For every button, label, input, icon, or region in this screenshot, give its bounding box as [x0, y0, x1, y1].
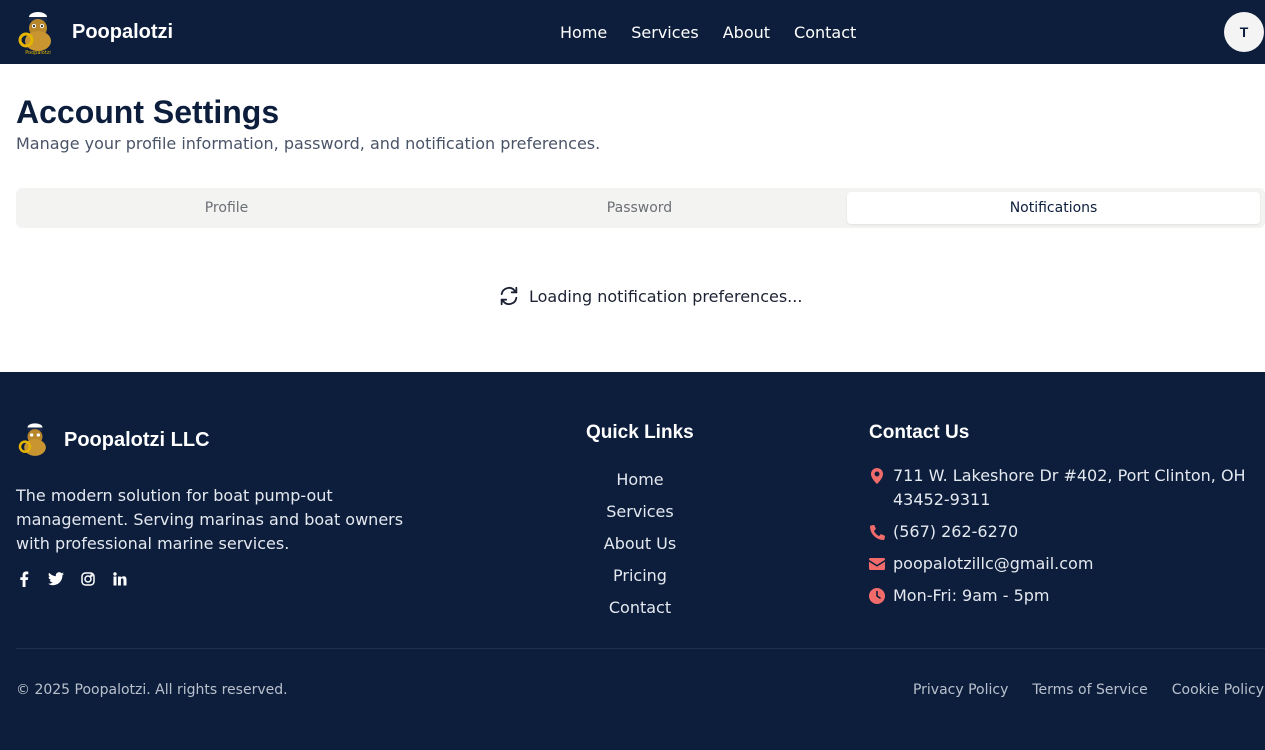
terms-of-service-link[interactable]: Terms of Service [1032, 682, 1147, 698]
user-avatar-button[interactable]: T [1224, 12, 1264, 52]
footer-brand: Poopalotzi LLC [18, 420, 210, 460]
footer-brand-name: Poopalotzi LLC [64, 428, 210, 451]
contact-us-title: Contact Us [869, 422, 970, 443]
cookie-policy-link[interactable]: Cookie Policy [1172, 682, 1264, 698]
tab-password[interactable]: Password [433, 192, 846, 224]
linkedin-icon[interactable] [112, 571, 128, 587]
brand-name: Poopalotzi [72, 20, 174, 43]
legal-links: Privacy Policy Terms of Service Cookie P… [889, 682, 1264, 698]
svg-text:Poopalotzi: Poopalotzi [25, 50, 51, 56]
quick-links-list: Home Services About Us Pricing Contact [560, 464, 720, 624]
footer-divider [16, 648, 1265, 649]
contact-hours-text: Mon-Fri: 9am - 5pm [893, 586, 1050, 605]
loading-indicator: Loading notification preferences... [498, 284, 802, 308]
envelope-icon [869, 552, 885, 576]
footer-link-services[interactable]: Services [560, 496, 720, 528]
footer-link-pricing[interactable]: Pricing [560, 560, 720, 592]
footer-link-contact[interactable]: Contact [560, 592, 720, 624]
nav-contact[interactable]: Contact [794, 23, 856, 42]
footer-link-about-us[interactable]: About Us [560, 528, 720, 560]
quick-links-title: Quick Links [586, 422, 694, 443]
mascot-logo-icon [18, 423, 46, 456]
phone-icon [869, 520, 885, 544]
tab-notifications[interactable]: Notifications [847, 192, 1260, 224]
contact-address: 711 W. Lakeshore Dr #402, Port Clinton, … [869, 464, 1249, 512]
brand-link[interactable]: Poopalotzi Poopalotzi [18, 8, 173, 56]
social-links [16, 571, 144, 587]
clock-icon [869, 584, 885, 608]
copyright-text: © 2025 Poopalotzi. All rights reserved. [16, 682, 288, 698]
twitter-icon[interactable] [48, 571, 64, 587]
nav-about[interactable]: About [723, 23, 770, 42]
facebook-icon[interactable] [16, 571, 32, 587]
privacy-policy-link[interactable]: Privacy Policy [913, 682, 1008, 698]
footer-link-home[interactable]: Home [560, 464, 720, 496]
contact-email-text[interactable]: poopalotzillc@gmail.com [893, 552, 1093, 576]
settings-tabs: Profile Password Notifications [16, 188, 1265, 228]
contact-hours: Mon-Fri: 9am - 5pm [869, 584, 1049, 608]
contact-email: poopalotzillc@gmail.com [869, 552, 1093, 576]
main-nav: Home Services About Contact [560, 0, 880, 64]
map-pin-icon [869, 464, 885, 488]
page-title: Account Settings [16, 94, 280, 130]
tab-profile[interactable]: Profile [20, 192, 433, 224]
page-subtitle: Manage your profile information, passwor… [16, 134, 601, 153]
instagram-icon[interactable] [80, 571, 96, 587]
top-navbar: Poopalotzi Poopalotzi Home Services Abou… [0, 0, 1265, 64]
nav-services[interactable]: Services [631, 23, 698, 42]
footer-description: The modern solution for boat pump-out ma… [16, 486, 404, 553]
mascot-logo-icon: Poopalotzi [18, 12, 51, 56]
refresh-spinner-icon [500, 286, 518, 306]
contact-phone: (567) 262-6270 [869, 520, 1018, 544]
nav-home[interactable]: Home [560, 23, 607, 42]
loading-text: Loading notification preferences... [529, 286, 803, 306]
site-footer: Poopalotzi LLC The modern solution for b… [0, 372, 1265, 750]
contact-phone-text[interactable]: (567) 262-6270 [893, 520, 1018, 544]
contact-address-text: 711 W. Lakeshore Dr #402, Port Clinton, … [893, 466, 1246, 509]
